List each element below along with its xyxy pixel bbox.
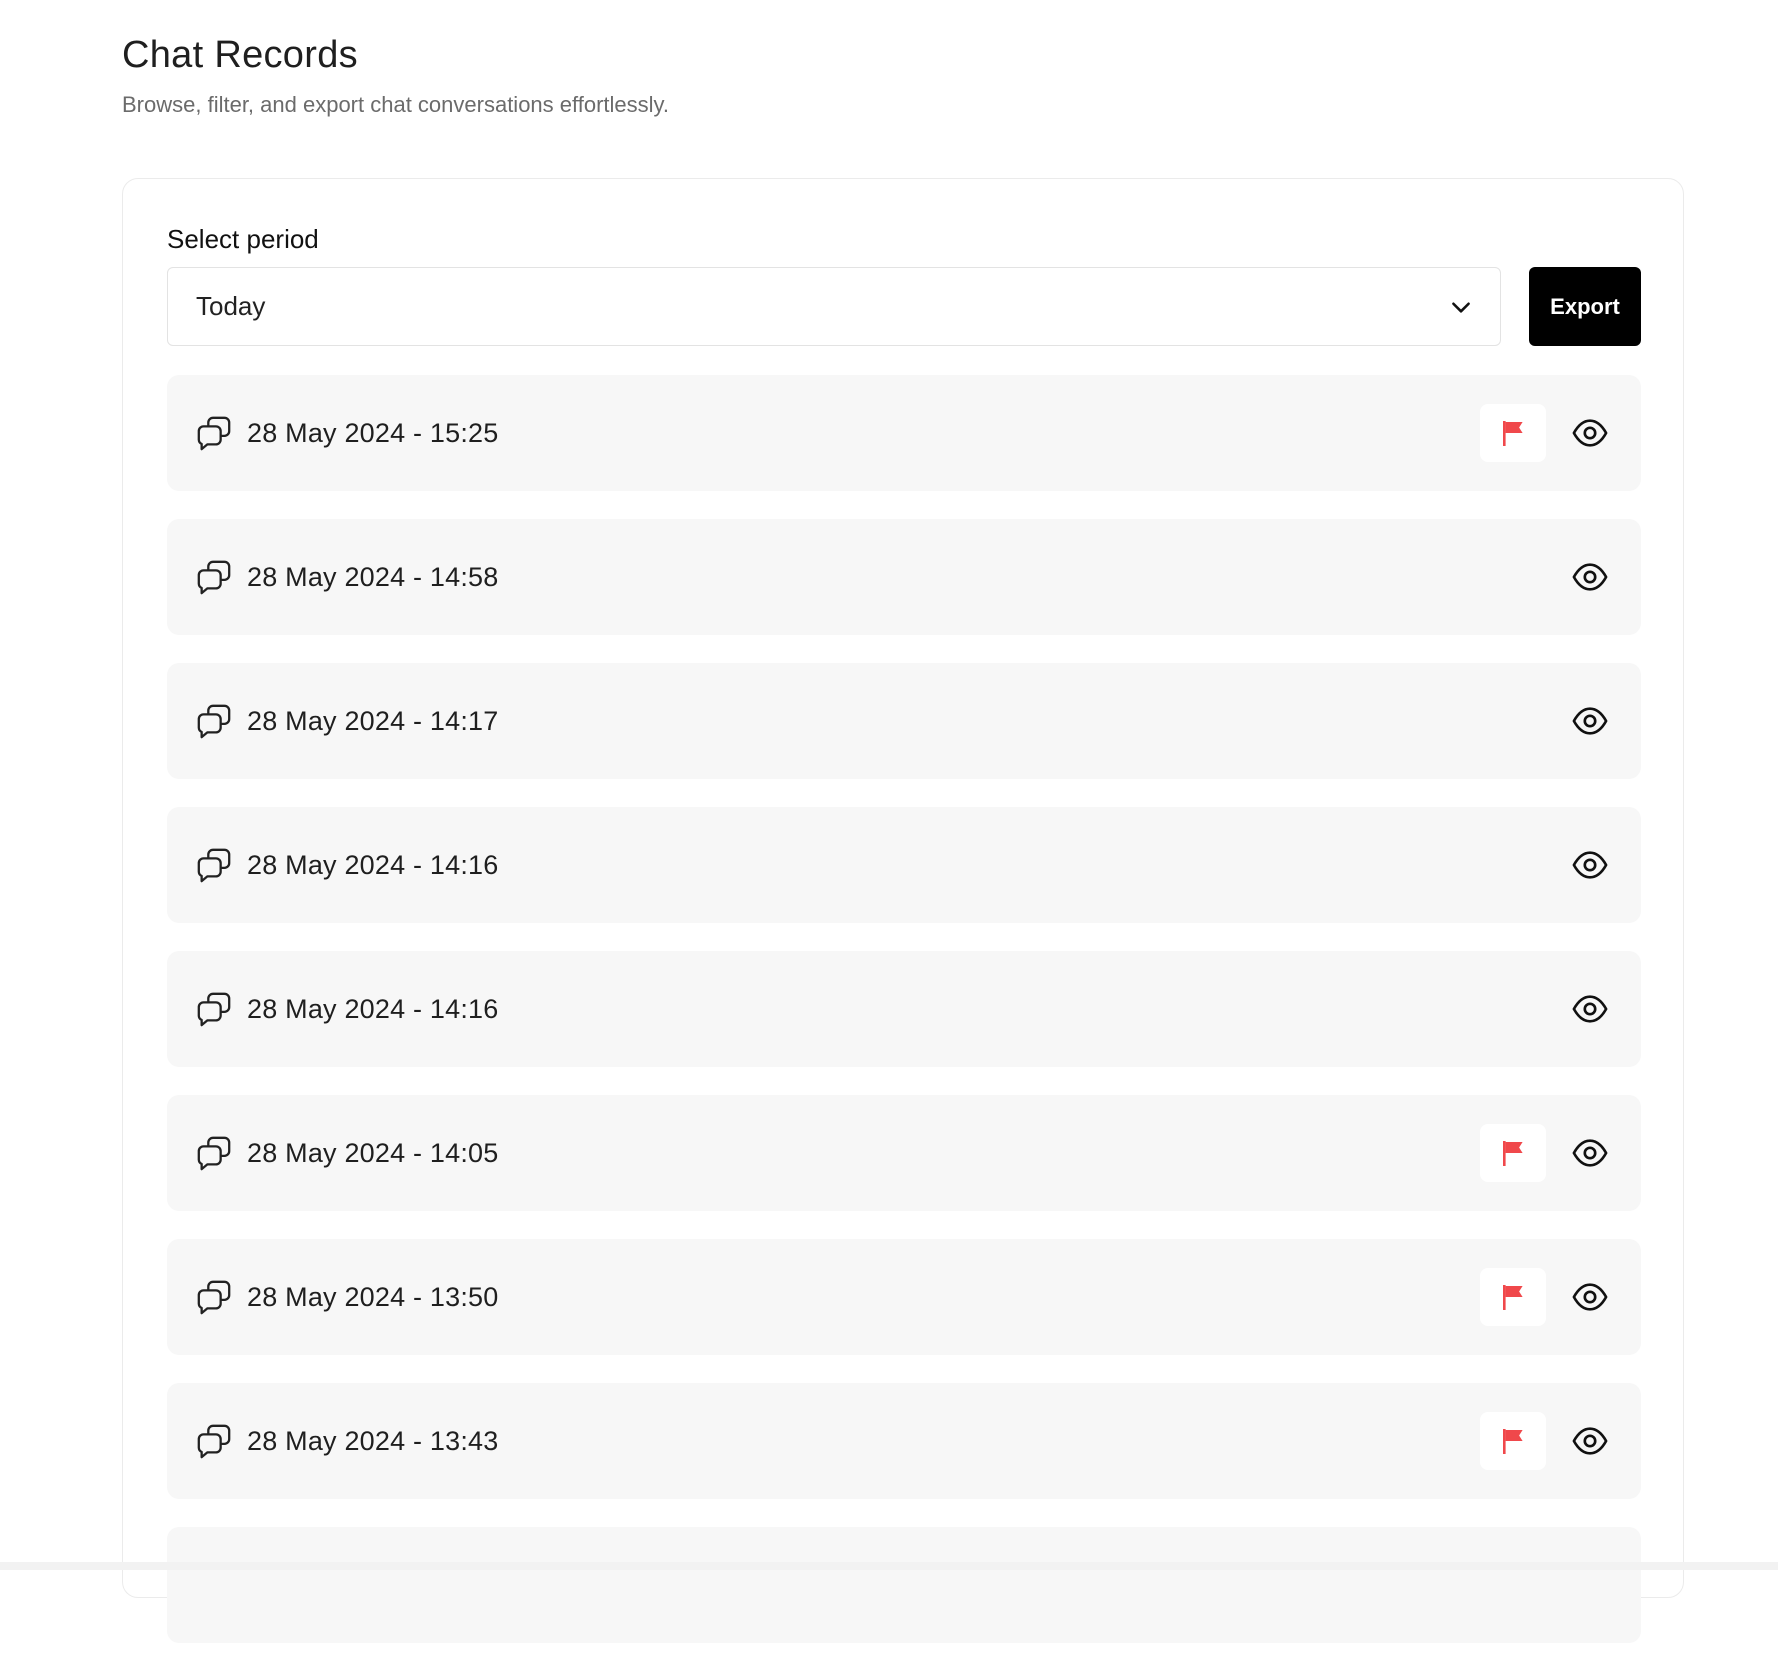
record-timestamp: 28 May 2024 - 13:50 (247, 1282, 499, 1312)
page-title: Chat Records (122, 34, 358, 76)
record-row[interactable]: 28 May 2024 - 13:50 (167, 1239, 1641, 1355)
record-row[interactable]: 28 May 2024 - 13:43 (167, 1383, 1641, 1499)
record-timestamp: 28 May 2024 - 15:25 (247, 418, 499, 448)
chat-bubbles-icon (197, 704, 231, 739)
flag-icon (1503, 421, 1523, 446)
flag-button[interactable] (1480, 1268, 1546, 1326)
record-row[interactable]: 28 May 2024 - 15:25 (167, 375, 1641, 491)
eye-icon[interactable] (1571, 1135, 1609, 1171)
bottom-scroll-strip (0, 1562, 1778, 1570)
record-row[interactable]: 28 May 2024 - 14:58 (167, 519, 1641, 635)
eye-icon[interactable] (1571, 559, 1609, 595)
chat-bubbles-icon (197, 1280, 231, 1315)
record-timestamp: 28 May 2024 - 14:16 (247, 850, 499, 880)
record-timestamp: 28 May 2024 - 14:17 (247, 706, 499, 736)
flag-icon (1503, 1141, 1523, 1166)
eye-icon[interactable] (1571, 1423, 1609, 1459)
chevron-down-icon (1452, 302, 1470, 313)
period-select-value: Today (196, 291, 266, 321)
record-timestamp: 28 May 2024 - 14:05 (247, 1138, 499, 1168)
eye-icon[interactable] (1571, 847, 1609, 883)
record-timestamp: 28 May 2024 - 13:43 (247, 1426, 499, 1456)
chat-bubbles-icon (197, 992, 231, 1027)
chat-bubbles-icon (197, 1424, 231, 1459)
record-row[interactable] (167, 1527, 1641, 1643)
flag-icon (1503, 1285, 1523, 1310)
record-row[interactable]: 28 May 2024 - 14:05 (167, 1095, 1641, 1211)
eye-icon[interactable] (1571, 415, 1609, 451)
chat-bubbles-icon (197, 560, 231, 595)
flag-button[interactable] (1480, 404, 1546, 462)
page-header: Chat Records Browse, filter, and export … (122, 30, 669, 120)
chat-bubbles-icon (197, 416, 231, 451)
flag-button[interactable] (1480, 1412, 1546, 1470)
records-card: Select period Today Export 28 May 2024 -… (122, 178, 1684, 1643)
record-row[interactable]: 28 May 2024 - 14:16 (167, 807, 1641, 923)
period-select[interactable]: Today (167, 267, 1501, 346)
eye-icon[interactable] (1571, 1279, 1609, 1315)
flag-button[interactable] (1480, 1124, 1546, 1182)
eye-icon[interactable] (1571, 703, 1609, 739)
record-row[interactable]: 28 May 2024 - 14:16 (167, 951, 1641, 1067)
record-timestamp: 28 May 2024 - 14:58 (247, 562, 499, 592)
eye-icon[interactable] (1571, 991, 1609, 1027)
chat-bubbles-icon (197, 848, 231, 883)
records-list: 28 May 2024 - 15:25 28 May 2024 - 14:58 28… (167, 375, 1641, 1671)
export-button[interactable]: Export (1529, 267, 1641, 346)
page-subtitle: Browse, filter, and export chat conversa… (122, 92, 670, 117)
record-timestamp: 28 May 2024 - 14:16 (247, 994, 499, 1024)
flag-icon (1503, 1429, 1523, 1454)
chat-bubbles-icon (197, 1136, 231, 1171)
period-label: Select period (167, 224, 319, 254)
record-row[interactable]: 28 May 2024 - 14:17 (167, 663, 1641, 779)
